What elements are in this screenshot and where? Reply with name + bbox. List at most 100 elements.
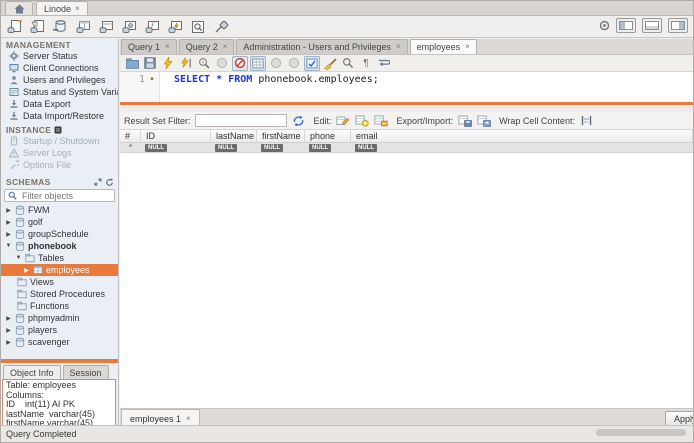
export-recordset-icon[interactable]: [457, 114, 472, 128]
column-header-rownum[interactable]: #: [120, 130, 141, 142]
connection-tab[interactable]: Linode ×: [36, 1, 88, 15]
sql-statement[interactable]: SELECT * FROM phonebook.employees;: [160, 72, 379, 102]
sql-editor-toolbar: ¶: [120, 55, 693, 72]
rollback-icon[interactable]: [286, 56, 302, 71]
sql-editor[interactable]: 1 • SELECT * FROM phonebook.employees;: [120, 72, 693, 102]
connection-tab-bar: Linode ×: [1, 1, 693, 16]
sql-keyword: SELECT: [174, 74, 210, 85]
toggle-right-panel-button[interactable]: [668, 18, 688, 33]
stop-icon[interactable]: [214, 56, 230, 71]
autocommit-icon[interactable]: [304, 56, 320, 71]
server-status-icon: [9, 51, 19, 61]
import-records-icon[interactable]: [476, 114, 491, 128]
column-header-firstname[interactable]: firstName: [257, 130, 305, 142]
tab-object-info[interactable]: Object Info: [3, 365, 61, 380]
edit-record-icon[interactable]: [336, 114, 351, 128]
expand-schemas-icon[interactable]: [94, 178, 102, 186]
open-sql-script-icon[interactable]: [28, 18, 46, 35]
sidebar-item-server-logs[interactable]: Server Logs: [1, 147, 118, 159]
tree-item-functions[interactable]: Functions: [1, 300, 118, 312]
tab-query-1[interactable]: Query 1×: [121, 39, 177, 54]
execute-icon[interactable]: [160, 56, 176, 71]
schema-icon: [15, 241, 25, 252]
close-tab-icon[interactable]: ×: [396, 43, 401, 51]
horizontal-scrollbar-thumb[interactable]: [596, 429, 686, 436]
refresh-schemas-icon[interactable]: [105, 178, 114, 187]
tab-query-2[interactable]: Query 2×: [179, 39, 235, 54]
toggle-left-panel-button[interactable]: [616, 18, 636, 33]
toggle-bottom-panel-button[interactable]: [642, 18, 662, 33]
sidebar-splitter[interactable]: [1, 359, 118, 363]
create-view-icon[interactable]: [97, 18, 115, 35]
sidebar-item-startup-shutdown[interactable]: Startup / Shutdown: [1, 135, 118, 147]
reconnect-dbms-icon[interactable]: [212, 18, 230, 35]
column-header-id[interactable]: ID: [141, 130, 211, 142]
close-connection-tab-icon[interactable]: ×: [75, 5, 80, 13]
create-trigger-icon[interactable]: [166, 18, 184, 35]
add-row-icon[interactable]: [355, 114, 370, 128]
explain-icon[interactable]: [196, 56, 212, 71]
create-procedure-icon[interactable]: [120, 18, 138, 35]
tree-item-phpmyadmin[interactable]: ▶phpmyadmin: [1, 312, 118, 324]
table-row[interactable]: * NULL NULL NULL NULL NULL: [120, 143, 693, 153]
column-header-lastname[interactable]: lastName: [211, 130, 257, 142]
column-header-email[interactable]: email: [351, 130, 693, 142]
refresh-icon[interactable]: [291, 114, 306, 128]
create-schema-icon[interactable]: [51, 18, 69, 35]
sidebar-item-users-and-privileges[interactable]: Users and Privileges: [1, 74, 118, 86]
wrap-cell-content-icon[interactable]: [579, 114, 594, 128]
limit-rows-icon[interactable]: [250, 56, 266, 71]
tree-item-stored-procedures[interactable]: Stored Procedures: [1, 288, 118, 300]
sidebar-item-options-file[interactable]: Options File: [1, 159, 118, 171]
tree-item-players[interactable]: ▶players: [1, 324, 118, 336]
delete-row-icon[interactable]: [374, 114, 389, 128]
toggle-stop-on-error-icon[interactable]: [232, 56, 248, 71]
close-tab-icon[interactable]: ×: [165, 43, 170, 51]
tree-item-phonebook[interactable]: ▼phonebook: [1, 240, 118, 252]
tree-item-employees[interactable]: ▶employees: [1, 264, 118, 276]
apply-button[interactable]: Apply: [665, 411, 694, 426]
sidebar-item-data-import[interactable]: Data Import/Restore: [1, 110, 118, 122]
cell-id: NULL: [141, 144, 211, 152]
result-grid-body[interactable]: [120, 153, 693, 408]
create-function-icon[interactable]: f: [143, 18, 161, 35]
save-icon[interactable]: [142, 56, 158, 71]
find-icon[interactable]: [340, 56, 356, 71]
tab-employees[interactable]: employees×: [410, 39, 477, 54]
search-objects-icon[interactable]: [189, 18, 207, 35]
null-badge[interactable]: NULL: [309, 144, 331, 152]
null-badge[interactable]: NULL: [145, 144, 167, 152]
column-header-phone[interactable]: phone: [305, 130, 351, 142]
sidebar-item-status-system-variables[interactable]: Status and System Variables: [1, 86, 118, 98]
tree-item-tables[interactable]: ▼Tables: [1, 252, 118, 264]
close-tab-icon[interactable]: ×: [465, 43, 470, 51]
home-tab[interactable]: [5, 1, 33, 15]
tree-item-scavenger[interactable]: ▶scavenger: [1, 336, 118, 348]
tab-session[interactable]: Session: [63, 365, 109, 380]
sidebar-item-server-status[interactable]: Server Status: [1, 50, 118, 62]
new-query-tab-icon[interactable]: [5, 18, 23, 35]
tree-item-groupschedule[interactable]: ▶groupSchedule: [1, 228, 118, 240]
invisibles-icon[interactable]: ¶: [358, 56, 374, 71]
null-badge[interactable]: NULL: [355, 144, 377, 152]
beautify-icon[interactable]: [322, 56, 338, 71]
tree-item-golf[interactable]: ▶golf: [1, 216, 118, 228]
schema-filter-input[interactable]: [20, 190, 111, 202]
sidebar-item-data-export[interactable]: Data Export: [1, 98, 118, 110]
sidebar-item-client-connections[interactable]: Client Connections: [1, 62, 118, 74]
result-filter-input[interactable]: [195, 114, 287, 127]
create-table-icon[interactable]: [74, 18, 92, 35]
wrap-text-icon[interactable]: [376, 56, 392, 71]
null-badge[interactable]: NULL: [215, 144, 237, 152]
close-tab-icon[interactable]: ×: [186, 415, 191, 423]
close-tab-icon[interactable]: ×: [223, 43, 228, 51]
null-badge[interactable]: NULL: [261, 144, 283, 152]
sidebar-item-label: Server Logs: [23, 148, 72, 158]
execute-current-icon[interactable]: [178, 56, 194, 71]
commit-icon[interactable]: [268, 56, 284, 71]
tree-item-fwm[interactable]: ▶FWM: [1, 204, 118, 216]
status-message: Query Completed: [6, 429, 77, 439]
tab-administration-users[interactable]: Administration - Users and Privileges×: [236, 39, 407, 54]
tree-item-views[interactable]: Views: [1, 276, 118, 288]
open-file-icon[interactable]: [124, 56, 140, 71]
